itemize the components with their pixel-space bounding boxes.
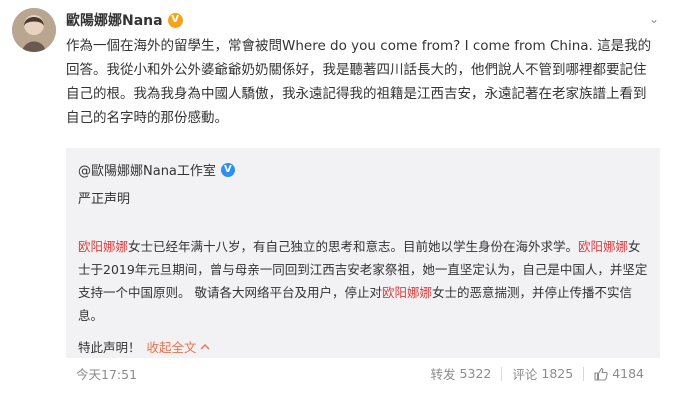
post-author-name[interactable]: 歐陽娜娜Nana bbox=[66, 10, 163, 30]
mention-name[interactable]: 欧阳娜娜 bbox=[78, 239, 128, 254]
action-group: 转发 5322 评论 1825 4184 bbox=[421, 360, 654, 387]
repost-button[interactable]: 转发 5322 bbox=[421, 360, 502, 387]
post-author-row: 歐陽娜娜Nana V bbox=[66, 10, 183, 30]
post-body-text: 作為一個在海外的留學生，常會被問Where do you come from? … bbox=[66, 38, 652, 126]
avatar[interactable] bbox=[12, 8, 56, 52]
chevron-down-icon[interactable]: ⌄ bbox=[649, 12, 659, 26]
comment-button[interactable]: 评论 1825 bbox=[502, 360, 583, 387]
thumbs-up-icon bbox=[594, 367, 608, 381]
repost-count: 5322 bbox=[459, 366, 492, 381]
verified-badge-icon: V bbox=[167, 12, 183, 28]
repost-author-row: @歐陽娜娜Nana工作室 V bbox=[78, 160, 235, 179]
like-count: 4184 bbox=[612, 366, 644, 381]
like-button[interactable]: 4184 bbox=[584, 362, 654, 385]
timestamp[interactable]: 今天17:51 bbox=[76, 364, 137, 383]
repost-author-name[interactable]: @歐陽娜娜Nana工作室 bbox=[78, 160, 216, 179]
repost-body-text: 欧阳娜娜女士已经年满十八岁，有自己独立的思考和意志。目前她以学生身份在海外求学。… bbox=[78, 235, 653, 327]
mention-name[interactable]: 欧阳娜娜 bbox=[382, 285, 432, 300]
mention-name[interactable]: 欧阳娜娜 bbox=[578, 239, 628, 254]
comment-count: 1825 bbox=[541, 366, 574, 381]
chevron-up-icon bbox=[200, 344, 210, 350]
repost-closing-text: 特此声明！ bbox=[78, 340, 141, 355]
reposted-card: @歐陽娜娜Nana工作室 V 严正声明 欧阳娜娜女士已经年满十八岁，有自己独立的… bbox=[66, 148, 660, 358]
repost-text-segment: 女士已经年满十八岁，有自己独立的思考和意志。目前她以学生身份在海外求学。 bbox=[128, 239, 579, 254]
comment-label: 评论 bbox=[512, 367, 538, 382]
collapse-label: 收起全文 bbox=[146, 340, 197, 355]
repost-footer: 特此声明！ 收起全文 bbox=[78, 337, 210, 356]
repost-label: 转发 bbox=[430, 367, 456, 382]
repost-title: 严正声明 bbox=[78, 192, 131, 207]
post-action-bar: 今天17:51 转发 5322 评论 1825 4184 bbox=[66, 360, 660, 386]
collapse-link[interactable]: 收起全文 bbox=[147, 337, 210, 356]
blue-verified-icon: V bbox=[220, 162, 235, 177]
avatar-image bbox=[12, 8, 56, 52]
